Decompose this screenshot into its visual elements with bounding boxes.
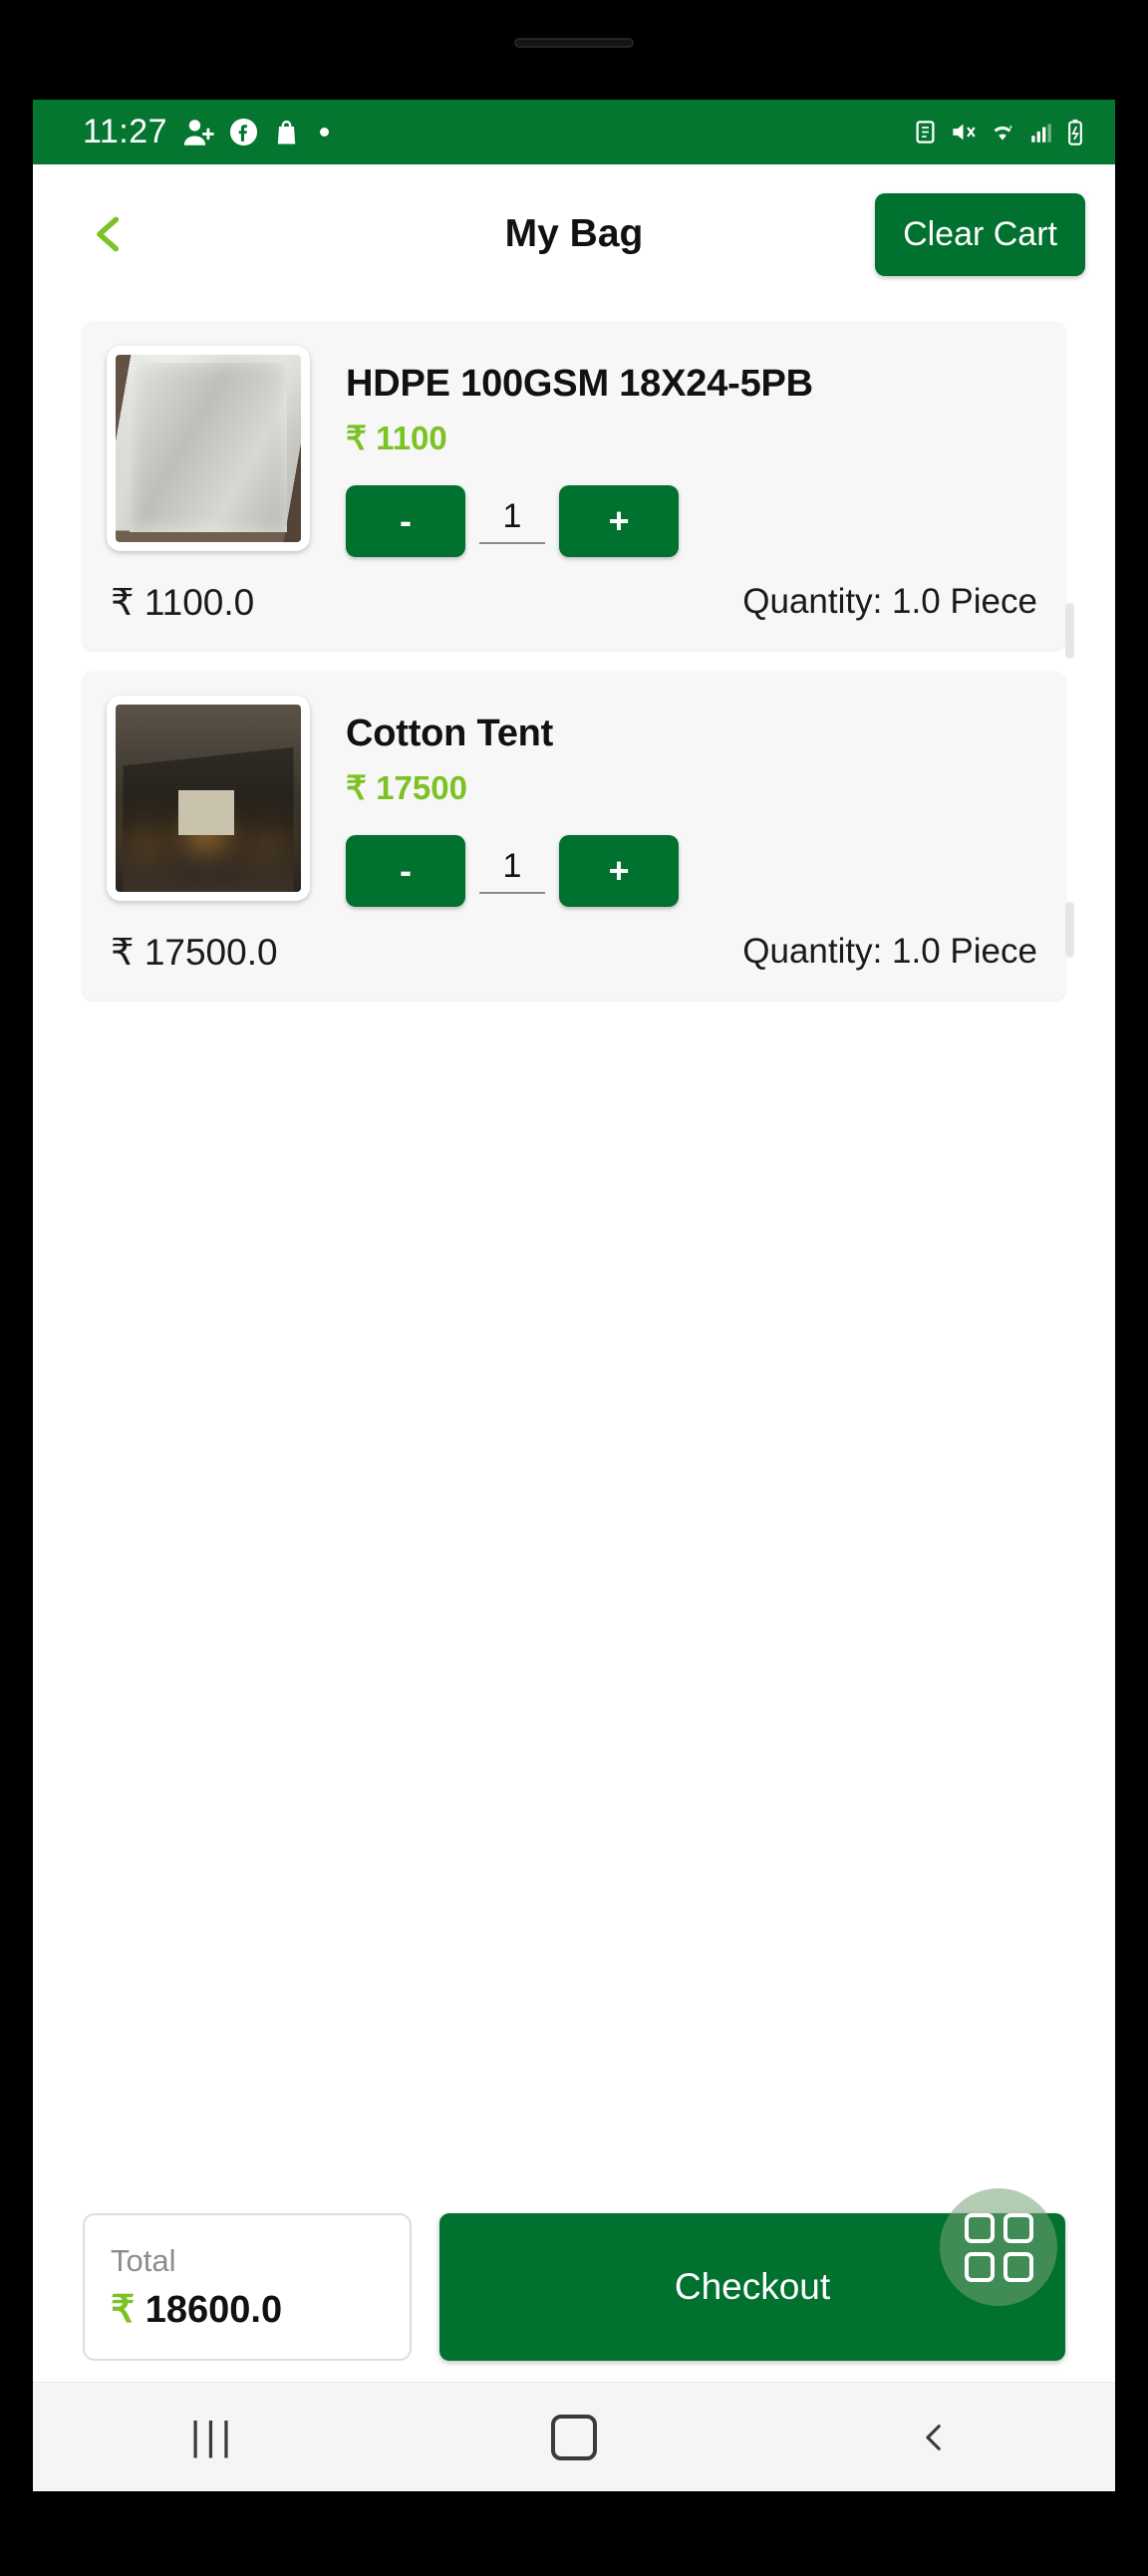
- cart-item-summary: ₹ 1100.0 Quantity: 1.0 Piece: [83, 571, 1065, 650]
- rupee-symbol: ₹: [111, 2288, 136, 2331]
- product-name: Cotton Tent: [346, 712, 554, 754]
- status-bar-left: 11:27: [83, 113, 330, 151]
- cart-item-details: HDPE 100GSM 18X24-5PB ₹ 1100 - +: [310, 346, 1041, 557]
- product-thumbnail[interactable]: [107, 695, 310, 901]
- grid-menu-fab[interactable]: [940, 2188, 1057, 2306]
- phone-screen: 11:27 My Bag Clear Cart HDPE 100GSM 18X2…: [33, 100, 1115, 2491]
- cart-item-summary: ₹ 17500.0 Quantity: 1.0 Piece: [83, 921, 1065, 1000]
- status-bar: 11:27: [33, 100, 1115, 164]
- back-chevron-icon: [97, 216, 120, 252]
- quantity-stepper: - +: [346, 484, 1041, 557]
- cart-item-card: Cotton Tent ₹ 17500 - + ₹ 17500.0 Quanti…: [83, 671, 1065, 1000]
- checkout-bar: Total ₹ 18600.0 Checkout: [33, 2188, 1115, 2382]
- signal-icon: [1031, 123, 1051, 143]
- product-price: ₹ 17500: [346, 768, 467, 806]
- status-bar-system-icons: [912, 119, 1085, 146]
- app-bar: My Bag Clear Cart: [33, 164, 1115, 304]
- decrement-quantity-button[interactable]: -: [346, 484, 465, 557]
- status-bar-clock: 11:27: [83, 113, 168, 150]
- item-line-total: ₹ 1100.0: [111, 581, 255, 623]
- item-quantity-text: Quantity: 1.0 Piece: [742, 582, 1037, 622]
- wifi-icon: [994, 124, 1012, 141]
- shopping-bag-icon: [277, 120, 296, 143]
- decrement-quantity-button[interactable]: -: [346, 834, 465, 907]
- back-button[interactable]: [81, 206, 137, 262]
- back-chevron-icon: [926, 2424, 941, 2450]
- increment-quantity-button[interactable]: +: [559, 484, 679, 557]
- android-nav-bar: |||: [33, 2382, 1115, 2491]
- total-value: ₹ 18600.0: [111, 2287, 384, 2332]
- grid-cell: [964, 2212, 995, 2243]
- product-thumbnail[interactable]: [107, 346, 310, 551]
- device-notch-speaker: [514, 38, 634, 48]
- cart-item-main: HDPE 100GSM 18X24-5PB ₹ 1100 - +: [83, 322, 1065, 571]
- dot-indicator-icon: [320, 128, 330, 137]
- cart-items-list: HDPE 100GSM 18X24-5PB ₹ 1100 - + ₹ 1100.…: [33, 304, 1115, 2382]
- product-name: HDPE 100GSM 18X24-5PB: [346, 363, 813, 405]
- cart-item-details: Cotton Tent ₹ 17500 - +: [310, 696, 1041, 907]
- grid-cell: [1003, 2212, 1033, 2243]
- hdpe-tarpaulin-photo: [116, 355, 301, 542]
- total-amount: 18600.0: [144, 2288, 283, 2331]
- nav-recents-button[interactable]: |||: [153, 2403, 273, 2472]
- scroll-indicator[interactable]: [1065, 603, 1074, 659]
- scroll-indicator[interactable]: [1065, 902, 1074, 958]
- quantity-input[interactable]: [479, 497, 545, 545]
- quantity-stepper: - +: [346, 834, 1041, 907]
- nav-home-button[interactable]: [514, 2403, 634, 2472]
- item-quantity-text: Quantity: 1.0 Piece: [742, 932, 1037, 972]
- status-bar-notification-icons: [181, 116, 330, 149]
- nav-back-button[interactable]: [875, 2403, 995, 2472]
- recents-icon: |||: [189, 2415, 237, 2458]
- cart-item-main: Cotton Tent ₹ 17500 - +: [83, 672, 1065, 921]
- device-frame: 11:27 My Bag Clear Cart HDPE 100GSM 18X2…: [0, 0, 1148, 2576]
- battery-icon: [1068, 119, 1082, 145]
- product-price: ₹ 1100: [346, 419, 447, 456]
- grid-cell: [1003, 2251, 1033, 2282]
- mute-icon: [953, 124, 976, 141]
- item-line-total: ₹ 17500.0: [111, 931, 278, 973]
- increment-quantity-button[interactable]: +: [559, 834, 679, 907]
- cotton-tent-photo: [116, 704, 301, 892]
- grid-menu-icon: [964, 2212, 1033, 2282]
- clear-cart-button[interactable]: Clear Cart: [875, 192, 1085, 276]
- order-total-box: Total ₹ 18600.0: [83, 2213, 412, 2361]
- alarm-icon: [916, 121, 935, 143]
- home-square-icon: [551, 2414, 597, 2460]
- cart-item-card: HDPE 100GSM 18X24-5PB ₹ 1100 - + ₹ 1100.…: [83, 322, 1065, 650]
- total-label: Total: [111, 2242, 176, 2278]
- person-add-icon: [183, 119, 214, 145]
- grid-cell: [964, 2251, 995, 2282]
- quantity-input[interactable]: [479, 847, 545, 895]
- facebook-icon: [229, 118, 258, 146]
